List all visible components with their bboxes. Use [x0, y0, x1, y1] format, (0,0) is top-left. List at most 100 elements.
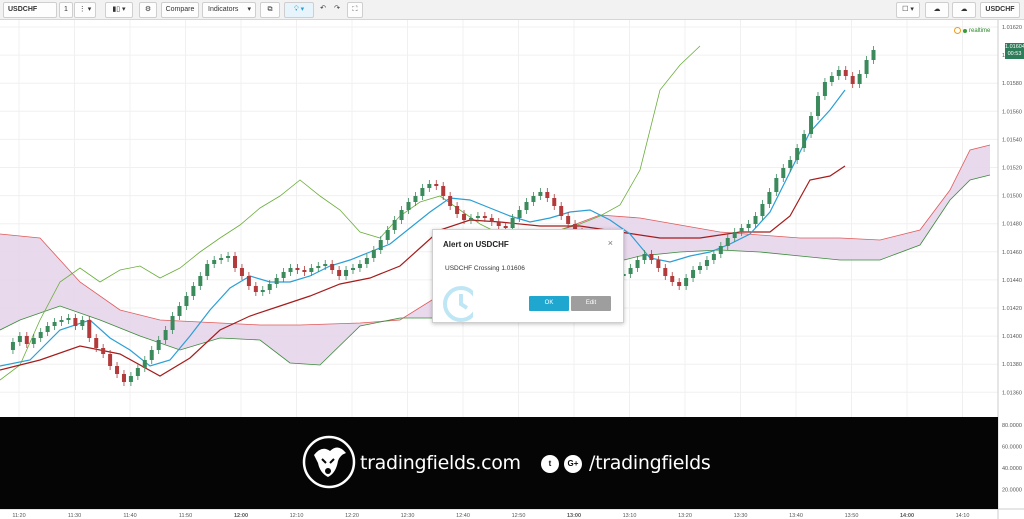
- candle-body: [545, 192, 550, 198]
- candle-body: [871, 50, 876, 60]
- candle-body: [711, 254, 716, 260]
- brand-banner: tradingfields.com t G+ /tradingfields: [0, 417, 998, 509]
- price-label: 1.01420: [1002, 306, 1022, 312]
- candle-body: [857, 74, 862, 84]
- candle-body: [809, 116, 814, 134]
- square-icon: ☐ ▾: [902, 6, 914, 13]
- candle-body: [822, 82, 827, 96]
- candle-body: [482, 216, 487, 218]
- price-label: 1.01540: [1002, 137, 1022, 143]
- candle-body: [38, 332, 43, 338]
- interval-menu-button[interactable]: ⋮ ▾: [74, 2, 96, 18]
- time-label: 13:10: [623, 513, 637, 519]
- gear-icon: ⚙: [144, 6, 152, 13]
- candle-body: [774, 178, 779, 192]
- candle-body: [517, 210, 522, 218]
- candle-body: [115, 366, 120, 374]
- last-price-value: 1.01604: [1005, 44, 1024, 50]
- candle-body: [233, 256, 238, 268]
- candle-body: [351, 268, 355, 270]
- candle-body: [718, 246, 723, 254]
- candles-icon: ▮▯ ▾: [112, 6, 126, 13]
- candle-body: [413, 196, 418, 202]
- templates-button[interactable]: ⧉: [260, 2, 280, 18]
- candle-body: [371, 250, 376, 258]
- edit-button[interactable]: Edit: [571, 296, 611, 311]
- candle-body: [392, 220, 397, 230]
- brand-name: tradingfields.com: [360, 452, 521, 474]
- chart-type-button[interactable]: ▮▯ ▾: [105, 2, 133, 18]
- price-label: 1.01440: [1002, 278, 1022, 284]
- settings-button[interactable]: ⚙: [139, 2, 157, 18]
- toolbar: USDCHF 1 ⋮ ▾ ▮▯ ▾ ⚙ Compare Indicators ▾…: [0, 0, 1024, 20]
- candle-body: [177, 306, 182, 316]
- candle-body: [17, 336, 22, 342]
- candle-body: [399, 210, 404, 220]
- candle-body: [101, 348, 106, 354]
- candle-body: [219, 258, 224, 260]
- symbol-input[interactable]: USDCHF: [3, 2, 57, 18]
- candle-body: [31, 338, 36, 344]
- time-label: 11:30: [68, 513, 81, 519]
- oscillator-label: 20.0000: [1002, 488, 1022, 494]
- last-price-tag: 1.01604 00:53: [1005, 43, 1024, 59]
- right-symbol-label: USDCHF: [980, 2, 1020, 18]
- candle-body: [239, 268, 244, 276]
- candle-body: [59, 320, 64, 322]
- candle-body: [337, 270, 342, 276]
- social-handle: /tradingfields: [589, 452, 711, 474]
- time-label: 13:40: [789, 513, 803, 519]
- candle-body: [302, 270, 307, 272]
- price-label: 1.01580: [1002, 81, 1022, 87]
- undo-button[interactable]: ↶: [316, 2, 330, 18]
- time-label: 11:50: [179, 513, 192, 519]
- candle-body: [288, 268, 293, 272]
- candle-body: [281, 272, 286, 278]
- candle-body: [739, 228, 744, 232]
- candle-body: [760, 204, 765, 216]
- candle-body: [656, 260, 661, 268]
- indicators-button[interactable]: Indicators ▾: [202, 2, 256, 18]
- candle-body: [496, 222, 501, 226]
- time-label: 12:00: [234, 513, 248, 519]
- layout-button[interactable]: ☐ ▾: [896, 2, 920, 18]
- google-plus-icon[interactable]: G+: [564, 455, 582, 473]
- candle-body: [108, 354, 113, 366]
- time-label: 13:00: [567, 513, 581, 519]
- candle-body: [677, 282, 682, 286]
- candle-body: [73, 318, 78, 326]
- candle-body: [364, 258, 369, 264]
- price-label: 1.01400: [1002, 334, 1022, 340]
- time-label: 12:50: [512, 513, 526, 519]
- candle-body: [566, 216, 571, 224]
- load-cloud-button[interactable]: ☁: [925, 2, 949, 18]
- candle-body: [843, 70, 848, 76]
- candle-body: [184, 296, 189, 306]
- candle-body: [663, 268, 668, 276]
- candle-body: [670, 276, 675, 282]
- candle-body: [163, 330, 168, 340]
- candle-body: [357, 264, 362, 268]
- candle-body: [344, 270, 349, 276]
- candle-body: [767, 192, 772, 204]
- alert-button[interactable]: 💡︎ ▾: [284, 2, 314, 18]
- redo-button[interactable]: ↷: [330, 2, 344, 18]
- candle-body: [135, 368, 140, 376]
- twitter-icon[interactable]: t: [541, 455, 559, 473]
- fullscreen-button[interactable]: ⛶: [347, 2, 363, 18]
- interval-select[interactable]: 1: [59, 2, 73, 18]
- time-label: 13:20: [678, 513, 692, 519]
- cloud-icon: ☁: [933, 6, 941, 13]
- price-label: 1.01380: [1002, 362, 1022, 368]
- ok-button[interactable]: OK: [529, 296, 569, 311]
- clock-icon: [954, 27, 961, 34]
- close-icon[interactable]: ×: [608, 238, 613, 248]
- candle-body: [274, 278, 279, 284]
- candle-body: [87, 320, 92, 338]
- candle-body: [531, 196, 536, 202]
- compare-button[interactable]: Compare: [161, 2, 199, 18]
- candle-body: [691, 270, 696, 278]
- save-cloud-button[interactable]: ☁: [952, 2, 976, 18]
- bull-logo-icon: [302, 435, 356, 489]
- candle-body: [725, 238, 730, 246]
